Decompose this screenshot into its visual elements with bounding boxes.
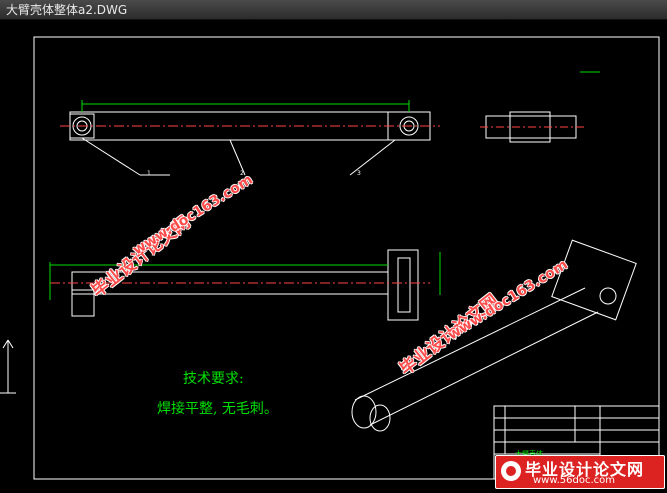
ucs-icon <box>0 339 16 394</box>
tech-requirements-body: 焊接平整, 无毛刺。 <box>157 401 278 417</box>
isometric-view <box>351 239 637 432</box>
drawing-canvas[interactable]: 技术要求: 焊接平整, 无毛刺。 1 2 3 大臂壳体 毕业设计论文网 www.… <box>0 20 667 493</box>
tech-requirements-title: 技术要求: <box>183 371 244 387</box>
balloon-3: 3 <box>357 170 361 177</box>
balloon-1: 1 <box>147 170 151 177</box>
cad-drawing <box>0 36 660 480</box>
window-title: 大臂壳体整体a2.DWG <box>6 3 128 17</box>
site-badge[interactable]: 毕业设计论文网 www.56doc.com <box>495 455 665 489</box>
side-view <box>480 71 600 143</box>
title-bar: 大臂壳体整体a2.DWG <box>0 0 667 20</box>
upper-view <box>60 100 440 176</box>
badge-url: www.56doc.com <box>533 475 616 486</box>
site-logo-icon <box>501 461 521 481</box>
